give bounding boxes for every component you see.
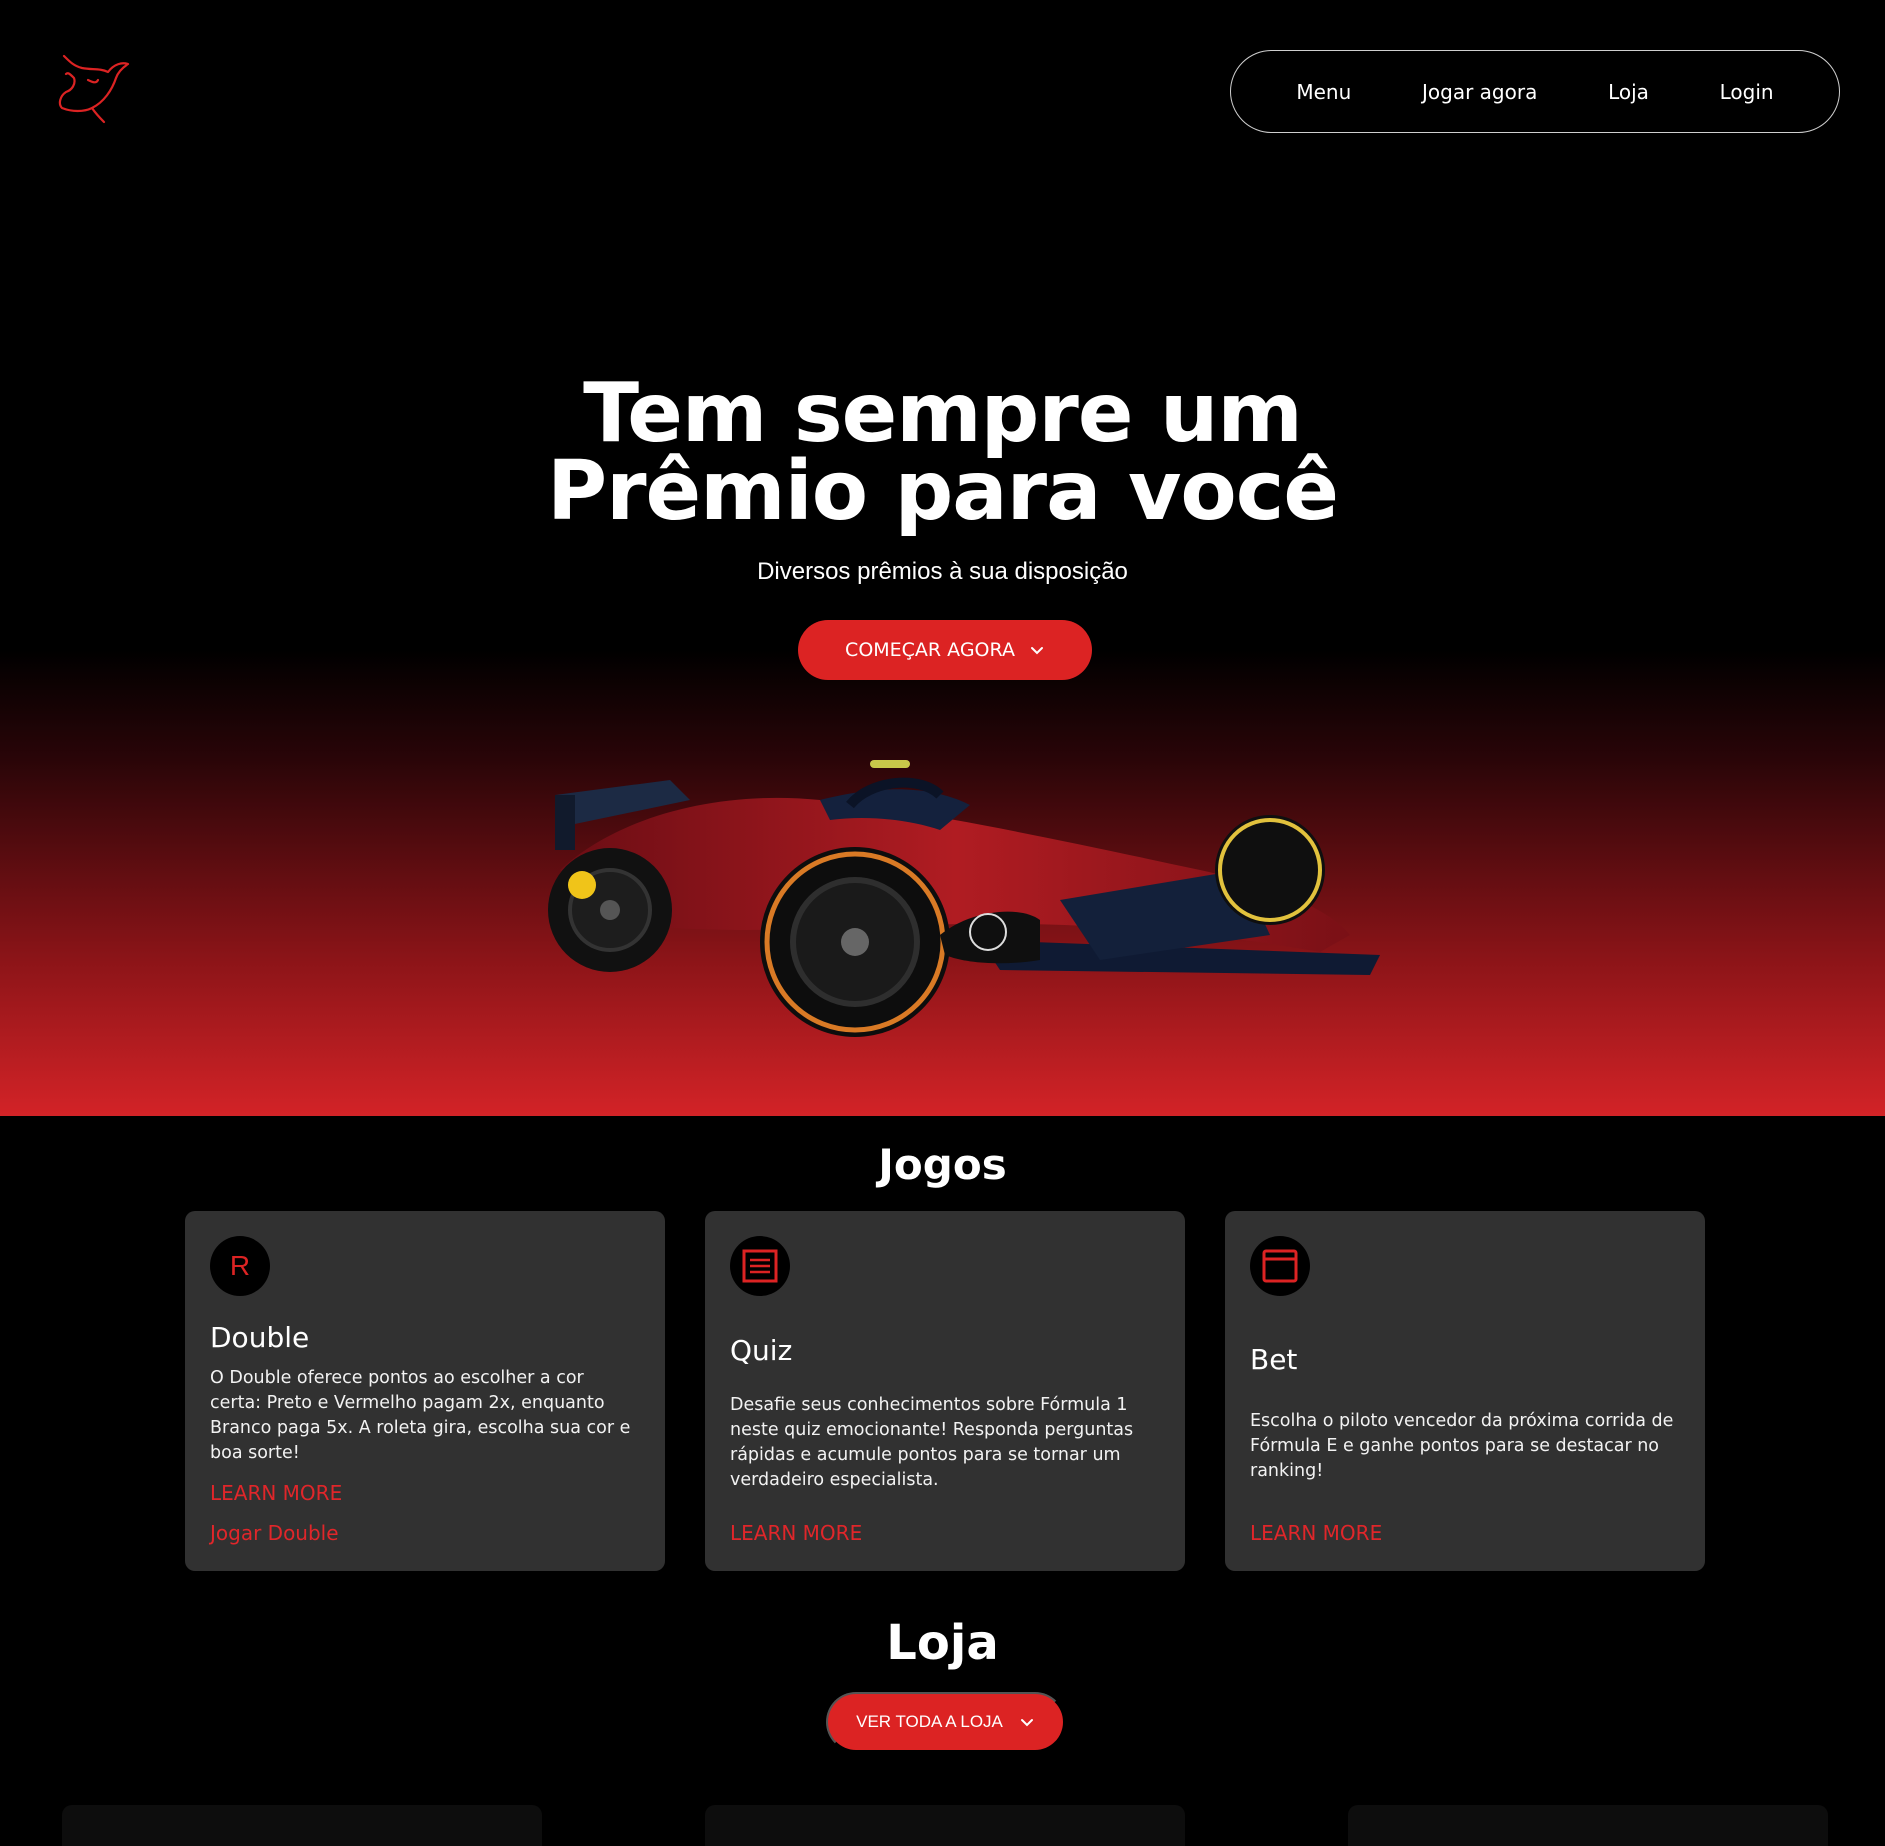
learn-more-link[interactable]: LEARN MORE [210,1481,342,1505]
card-title: Double [210,1321,310,1354]
r-letter-glyph: R [229,1250,251,1281]
bull-logo-icon[interactable] [52,50,132,130]
chevron-down-icon [1020,1719,1033,1727]
hero-title-line2: Prêmio para você [547,444,1339,539]
jogar-double-link[interactable]: Jogar Double [210,1521,339,1545]
shop-product-card[interactable] [1348,1805,1828,1846]
ver-toda-loja-button[interactable]: VER TODA A LOJA [826,1692,1065,1752]
game-card-bet: Bet Escolha o piloto vencedor da próxima… [1225,1211,1705,1571]
list-icon [730,1236,790,1296]
shop-product-card[interactable] [62,1805,542,1846]
card-description: Desafie seus conhecimentos sobre Fórmula… [730,1395,1134,1490]
ver-toda-loja-label: VER TODA A LOJA [856,1712,1003,1731]
shop-product-card[interactable] [705,1805,1185,1846]
jogos-title: Jogos [878,1140,1007,1189]
card-title: Bet [1250,1343,1298,1376]
comecar-agora-label: COMEÇAR AGORA [845,639,1015,661]
list-icon-glyph [742,1249,778,1283]
chevron-down-icon [1030,647,1043,655]
nav-login[interactable]: Login [1720,80,1774,104]
card-description: O Double oferece pontos ao escolher a co… [210,1368,631,1463]
learn-more-link[interactable]: LEARN MORE [1250,1521,1382,1545]
comecar-agora-button[interactable]: COMEÇAR AGORA [798,620,1092,680]
nav-menu[interactable]: Menu [1296,80,1351,104]
game-card-quiz: Quiz Desafie seus conhecimentos sobre Fó… [705,1211,1185,1571]
loja-title: Loja [886,1615,999,1671]
card-title: Quiz [730,1334,793,1367]
window-icon-glyph [1262,1249,1298,1283]
main-nav: Menu Jogar agora Loja Login [1230,50,1840,133]
race-car-image [548,760,1380,1037]
window-icon [1250,1236,1310,1296]
nav-jogar-agora[interactable]: Jogar agora [1422,80,1537,104]
nav-loja[interactable]: Loja [1608,80,1649,104]
hero-subtitle: Diversos prêmios à sua disposição [757,558,1128,585]
game-card-double: R Double O Double oferece pontos ao esco… [185,1211,665,1571]
hero-title: Tem sempre um Prêmio para você [0,373,1885,533]
learn-more-link[interactable]: LEARN MORE [730,1521,862,1545]
r-letter-icon: R [210,1236,270,1296]
card-description: Escolha o piloto vencedor da próxima cor… [1250,1411,1674,1481]
